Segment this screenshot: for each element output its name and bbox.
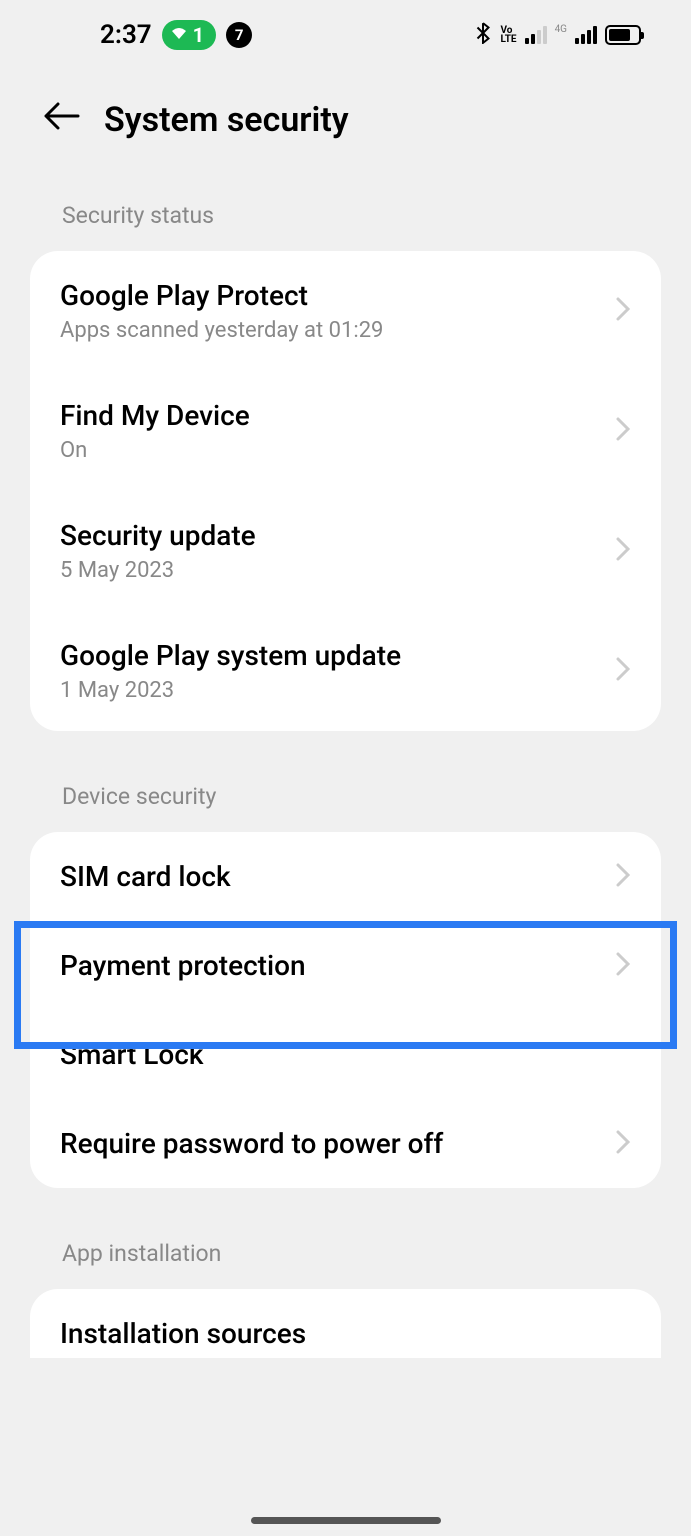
item-title: SIM card lock <box>60 860 231 893</box>
notification-badge: 7 <box>226 22 252 48</box>
wifi-icon <box>170 26 188 44</box>
signal-bars-1 <box>525 26 547 44</box>
item-payment-protection[interactable]: Payment protection <box>30 921 661 1010</box>
header: System security <box>0 70 691 190</box>
item-title: Installation sources <box>60 1317 306 1350</box>
chevron-right-icon <box>615 296 631 326</box>
item-subtitle: 1 May 2023 <box>60 678 401 703</box>
section-label-app-installation: App installation <box>0 1228 691 1289</box>
back-arrow-icon[interactable] <box>44 102 80 138</box>
item-title: Google Play system update <box>60 639 401 672</box>
section-label-security-status: Security status <box>0 190 691 251</box>
home-indicator[interactable] <box>251 1517 441 1524</box>
fourg-icon: 4G <box>555 24 567 35</box>
volte-icon: VoLTE <box>500 26 516 44</box>
battery-icon <box>605 25 641 45</box>
signal-bars-2 <box>575 26 597 44</box>
card-app-installation: Installation sources <box>30 1289 661 1358</box>
item-find-my-device[interactable]: Find My Device On <box>30 371 661 491</box>
item-sim-card-lock[interactable]: SIM card lock <box>30 832 661 921</box>
wifi-badge: 1 <box>162 20 216 50</box>
status-time: 2:37 <box>100 20 152 50</box>
item-title: Google Play Protect <box>60 279 383 312</box>
item-smart-lock[interactable]: Smart Lock <box>30 1010 661 1099</box>
item-title: Find My Device <box>60 399 250 432</box>
page-title: System security <box>104 100 349 140</box>
item-subtitle: On <box>60 438 250 463</box>
status-bar: 2:37 1 7 VoLTE 4G <box>0 0 691 70</box>
item-title: Security update <box>60 519 256 552</box>
status-right: VoLTE 4G <box>474 22 641 48</box>
chevron-right-icon <box>615 1129 631 1159</box>
item-title: Payment protection <box>60 949 306 982</box>
item-require-password-power-off[interactable]: Require password to power off <box>30 1099 661 1188</box>
card-security-status: Google Play Protect Apps scanned yesterd… <box>30 251 661 731</box>
item-subtitle: Apps scanned yesterday at 01:29 <box>60 318 383 343</box>
chevron-right-icon <box>615 656 631 686</box>
card-device-security: SIM card lock Payment protection Smart L… <box>30 832 661 1188</box>
bluetooth-icon <box>474 22 492 48</box>
status-left: 2:37 1 7 <box>100 20 252 50</box>
item-security-update[interactable]: Security update 5 May 2023 <box>30 491 661 611</box>
item-google-play-protect[interactable]: Google Play Protect Apps scanned yesterd… <box>30 251 661 371</box>
chevron-right-icon <box>615 951 631 981</box>
wifi-count: 1 <box>193 23 204 47</box>
item-title: Require password to power off <box>60 1127 443 1160</box>
item-google-play-system-update[interactable]: Google Play system update 1 May 2023 <box>30 611 661 731</box>
chevron-right-icon <box>615 416 631 446</box>
section-label-device-security: Device security <box>0 771 691 832</box>
chevron-right-icon <box>615 862 631 892</box>
item-installation-sources[interactable]: Installation sources <box>30 1289 661 1358</box>
chevron-right-icon <box>615 536 631 566</box>
item-subtitle: 5 May 2023 <box>60 558 256 583</box>
item-title: Smart Lock <box>60 1038 204 1071</box>
